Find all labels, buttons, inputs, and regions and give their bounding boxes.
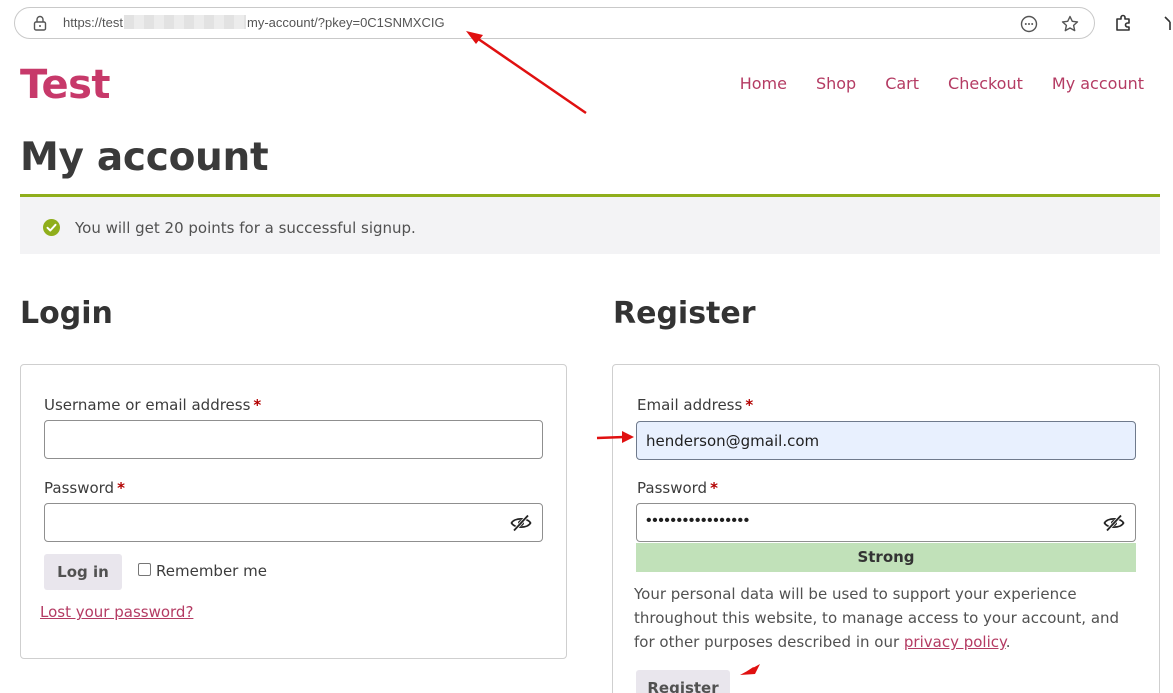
required-mark: * bbox=[745, 396, 754, 414]
reader-mode-icon[interactable] bbox=[1019, 14, 1039, 34]
privacy-notice: Your personal data will be used to suppo… bbox=[634, 582, 1139, 654]
privacy-policy-link[interactable]: privacy policy bbox=[904, 633, 1006, 651]
email-input[interactable]: henderson@gmail.com bbox=[636, 421, 1136, 460]
favorite-star-icon[interactable] bbox=[1060, 14, 1080, 34]
nav-shop[interactable]: Shop bbox=[816, 74, 856, 93]
register-password-label: Password * bbox=[637, 479, 718, 497]
login-password-input[interactable] bbox=[44, 503, 543, 542]
browser-toolbar: https://test my-account/?pkey=0C1SNMXCIG bbox=[0, 0, 1173, 46]
required-mark: * bbox=[710, 479, 718, 497]
register-password-label-text: Password bbox=[637, 479, 708, 497]
username-input[interactable] bbox=[44, 420, 543, 459]
privacy-text: Your personal data will be used to suppo… bbox=[634, 585, 1120, 651]
url-text[interactable]: https://test my-account/?pkey=0C1SNMXCIG bbox=[63, 15, 445, 30]
url-suffix: my-account/?pkey=0C1SNMXCIG bbox=[246, 15, 445, 30]
email-label-text: Email address bbox=[637, 396, 743, 414]
lock-icon[interactable] bbox=[33, 15, 47, 31]
required-mark: * bbox=[253, 396, 262, 414]
eye-slash-icon[interactable] bbox=[1103, 514, 1125, 532]
remember-me-label[interactable]: Remember me bbox=[156, 562, 267, 580]
site-title[interactable]: Test bbox=[20, 62, 111, 108]
share-icon[interactable] bbox=[1160, 13, 1173, 33]
register-heading: Register bbox=[613, 296, 756, 331]
login-button[interactable]: Log in bbox=[44, 554, 122, 590]
notice-text: You will get 20 points for a successful … bbox=[75, 219, 416, 237]
privacy-text-end: . bbox=[1005, 633, 1011, 651]
redacted-url-segment bbox=[123, 15, 246, 29]
login-password-label: Password * bbox=[44, 479, 125, 497]
address-bar[interactable]: https://test my-account/?pkey=0C1SNMXCIG bbox=[14, 7, 1095, 39]
nav-checkout[interactable]: Checkout bbox=[948, 74, 1023, 93]
email-label: Email address * bbox=[637, 396, 753, 414]
eye-slash-icon[interactable] bbox=[510, 514, 532, 532]
check-circle-icon bbox=[43, 219, 60, 236]
username-label-text: Username or email address bbox=[44, 396, 251, 414]
register-button[interactable]: Register bbox=[636, 670, 730, 693]
extensions-icon[interactable] bbox=[1113, 13, 1133, 33]
lost-password-link[interactable]: Lost your password? bbox=[40, 603, 193, 621]
password-strength-meter: Strong bbox=[636, 543, 1136, 572]
page-title: My account bbox=[20, 135, 269, 180]
register-password-input[interactable]: ••••••••••••••••• bbox=[636, 503, 1136, 542]
password-mask: ••••••••••••••••• bbox=[646, 512, 750, 529]
email-input-value: henderson@gmail.com bbox=[646, 432, 820, 450]
username-label: Username or email address * bbox=[44, 396, 261, 414]
remember-me-checkbox[interactable] bbox=[138, 563, 151, 576]
login-heading: Login bbox=[20, 296, 113, 331]
login-password-label-text: Password bbox=[44, 479, 115, 497]
success-notice: You will get 20 points for a successful … bbox=[20, 194, 1160, 254]
nav-my-account[interactable]: My account bbox=[1052, 74, 1144, 93]
nav-cart[interactable]: Cart bbox=[885, 74, 919, 93]
required-mark: * bbox=[117, 479, 125, 497]
url-prefix: https://test bbox=[63, 15, 123, 30]
main-nav: Home Shop Cart Checkout My account bbox=[711, 74, 1144, 93]
nav-home[interactable]: Home bbox=[740, 74, 787, 93]
